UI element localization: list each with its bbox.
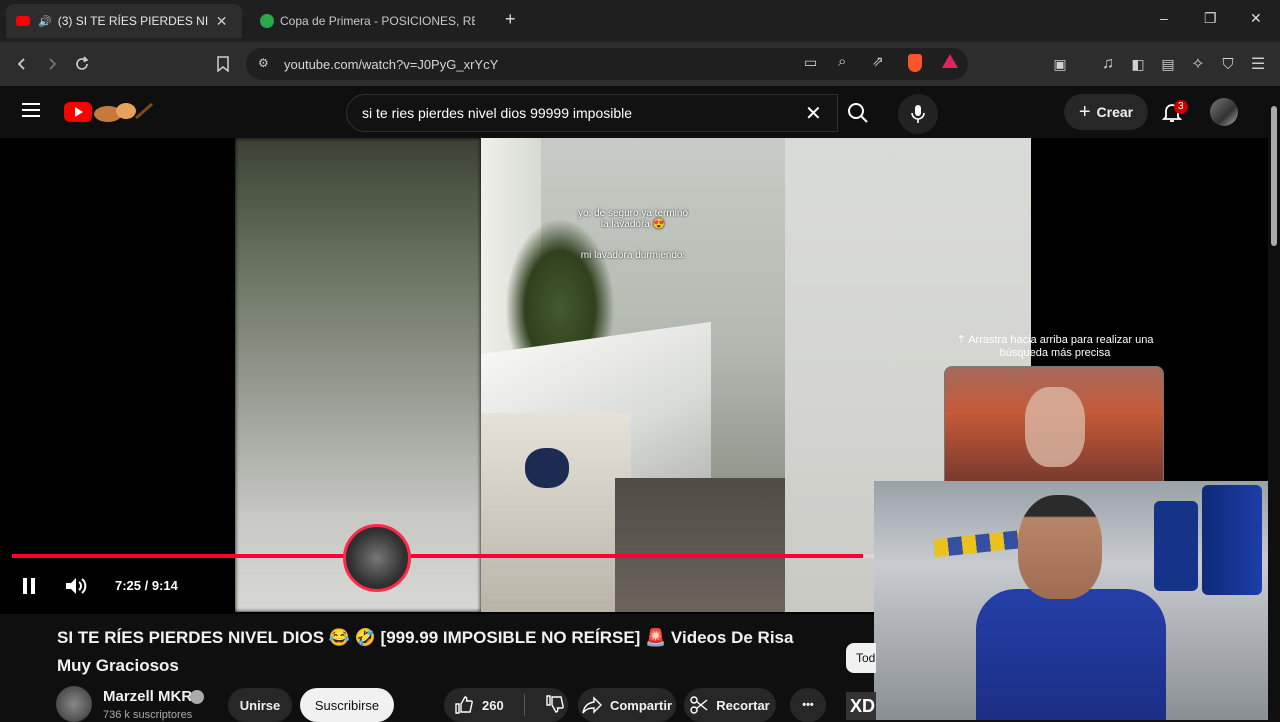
zoom-icon[interactable]: ⌕	[838, 53, 846, 70]
page-scrollbar[interactable]	[1268, 86, 1280, 720]
wallet-icon[interactable]: ▤	[1156, 52, 1180, 76]
bookmark-icon[interactable]	[211, 52, 235, 76]
restore-button[interactable]: ❐	[1204, 10, 1217, 27]
video-floor	[615, 478, 785, 612]
video-caption-2: mi lavadora durmiendo:	[580, 250, 686, 261]
tab-close-icon[interactable]: ✕	[216, 13, 228, 30]
video-cloth	[525, 448, 569, 488]
scrubber-preview-thumbnail[interactable]	[343, 524, 411, 592]
scissors-icon	[690, 696, 708, 714]
sidebar-icon[interactable]: ◧	[1126, 52, 1150, 76]
time-display: 7:25 / 9:14	[115, 578, 178, 593]
clear-search-icon[interactable]: ✕	[805, 101, 822, 126]
join-button[interactable]: Unirse	[228, 688, 292, 722]
audio-playing-icon[interactable]: 🔊	[38, 15, 52, 28]
share-arrow-icon	[582, 696, 602, 714]
youtube-favicon-icon	[16, 16, 30, 26]
webcam-person	[966, 491, 1166, 720]
volume-button[interactable]	[64, 576, 88, 599]
guide-menu-icon[interactable]	[22, 102, 42, 118]
thumbs-up-icon	[455, 696, 473, 714]
more-actions-button[interactable]: •••	[790, 688, 826, 722]
dislike-button[interactable]	[545, 694, 565, 717]
tab-title: Copa de Primera - POSICIONES, RESU	[280, 14, 475, 28]
channel-avatar[interactable]	[56, 686, 92, 722]
notification-count-badge: 3	[1174, 100, 1188, 114]
webcam-hanging-shirt	[1202, 485, 1262, 595]
globe-favicon-icon	[260, 14, 274, 28]
brave-shields-icon[interactable]	[908, 54, 922, 72]
suggestion-thumb-figure	[1025, 387, 1085, 467]
menu-icon[interactable]: ☰	[1246, 52, 1270, 76]
tab-youtube[interactable]: 🔊 (3) SI TE RÍES PIERDES NIVEL D ✕	[6, 4, 242, 38]
share-button[interactable]: Compartir	[578, 688, 676, 722]
like-dislike-group: 260	[444, 688, 568, 722]
clip-label: Recortar	[716, 697, 770, 713]
pause-icon	[23, 578, 35, 594]
search-button[interactable]	[838, 94, 878, 132]
suggestion-hint: ⇡ Arrastra hacia arriba para realizar un…	[945, 334, 1165, 360]
browser-tabbar: 🔊 (3) SI TE RÍES PIERDES NIVEL D ✕ Copa …	[0, 0, 1280, 42]
like-button[interactable]: 260	[454, 695, 504, 715]
search-input[interactable]: si te ries pierdes nivel dios 99999 impo…	[362, 105, 632, 121]
reader-mode-icon[interactable]: ▣	[1048, 52, 1072, 76]
search-icon	[848, 103, 868, 123]
share-label: Compartir	[609, 697, 673, 713]
back-button[interactable]	[10, 52, 34, 76]
caption-line: la lavadora 😍	[600, 219, 666, 230]
like-count: 260	[482, 697, 504, 713]
caption-line: yo: de seguro ya terminó	[577, 208, 689, 219]
suggestion-thumbnail[interactable]	[944, 366, 1164, 482]
minimize-button[interactable]: –	[1160, 10, 1168, 26]
video-sink	[481, 413, 631, 612]
filter-chip-all[interactable]: Tod	[846, 643, 876, 673]
microphone-icon	[911, 105, 925, 123]
site-settings-icon[interactable]: ⚙	[258, 56, 269, 70]
close-window-button[interactable]: ✕	[1250, 10, 1262, 27]
webcam-person-body	[976, 589, 1166, 720]
new-tab-button[interactable]: +	[505, 9, 516, 30]
vpn-icon[interactable]: ⛉	[1216, 52, 1240, 76]
share-icon[interactable]: ⇗	[872, 53, 884, 70]
tab-copa-primera[interactable]: Copa de Primera - POSICIONES, RESU	[250, 4, 486, 38]
subscriber-count: 736 k suscriptores	[103, 709, 193, 721]
address-bar[interactable]: ⚙ youtube.com/watch?v=J0PyG_xrYcY ▭ ⌕ ⇗	[246, 48, 968, 80]
pause-button[interactable]	[20, 576, 38, 599]
suggestion-hint-line-2: búsqueda más precisa	[999, 347, 1111, 359]
tab-title: (3) SI TE RÍES PIERDES NIVEL D	[57, 14, 208, 28]
video-title: SI TE RÍES PIERDES NIVEL DIOS 😂 🤣 [999.9…	[57, 624, 847, 680]
cast-icon[interactable]: ▭	[804, 54, 817, 71]
account-avatar[interactable]	[1210, 98, 1238, 126]
video-title-line-1: SI TE RÍES PIERDES NIVEL DIOS 😂 🤣 [999.9…	[57, 628, 794, 647]
suggestion-hint-line-1: ⇡ Arrastra hacia arriba para realizar un…	[956, 334, 1154, 346]
forward-button[interactable]	[40, 52, 64, 76]
webcam-overlay	[874, 481, 1280, 720]
youtube-logo[interactable]	[64, 100, 154, 124]
video-caption-1: yo: de seguro ya terminó la lavadora 😍	[555, 208, 711, 230]
thumbs-down-icon	[546, 694, 564, 713]
scrollbar-thumb[interactable]	[1271, 106, 1277, 246]
like-divider	[523, 694, 525, 716]
search-box[interactable]: si te ries pierdes nivel dios 99999 impo…	[346, 94, 838, 132]
channel-name[interactable]: Marzell MKR	[103, 688, 192, 705]
create-label: Crear	[1096, 104, 1134, 120]
browser-toolbar: ⚙ youtube.com/watch?v=J0PyG_xrYcY ▭ ⌕ ⇗ …	[0, 42, 1280, 86]
volume-icon	[66, 578, 87, 594]
plus-icon: +	[1078, 100, 1091, 123]
progress-bar-fill	[12, 554, 863, 558]
voice-search-button[interactable]	[898, 94, 938, 134]
youtube-header: si te ries pierdes nivel dios 99999 impo…	[0, 86, 1268, 138]
subscribe-button[interactable]: Suscribirse	[300, 688, 394, 722]
webcam-person-head	[1018, 495, 1102, 599]
brave-rewards-icon[interactable]	[942, 54, 958, 68]
clip-button[interactable]: Recortar	[684, 688, 776, 722]
create-button[interactable]: + Crear	[1064, 94, 1148, 130]
reload-button[interactable]	[70, 52, 94, 76]
verified-badge-icon	[190, 690, 204, 704]
side-video-thumbnail[interactable]: XD	[846, 692, 876, 720]
url-text: youtube.com/watch?v=J0PyG_xrYcY	[284, 57, 499, 72]
leo-ai-icon[interactable]: ✧	[1186, 52, 1210, 76]
video-title-line-2: Muy Graciosos	[57, 656, 179, 675]
media-icon[interactable]: ♫	[1096, 52, 1120, 76]
